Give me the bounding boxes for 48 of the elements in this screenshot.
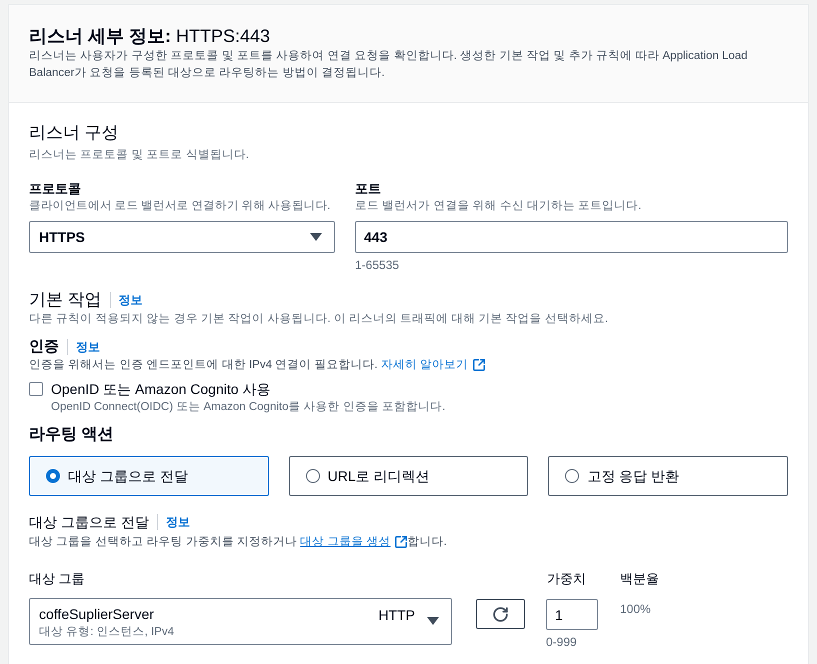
info-link[interactable]: 정보 [76,339,100,355]
field-label: 포트 [355,180,382,198]
page-description: 리스너는 사용자가 구성한 프로토콜 및 포트를 사용하여 연결 요청을 확인합니다. 생성한 기본 작업 및 추가 규칙에 따라 Application Load Balancer가 요청을 등록된 대상으로 라우팅하는 방법이 결정됩니다. [29,49,749,81]
create-target-group-link[interactable]: 대상 그룹을 생성 [300,534,408,550]
field-description: 로드 밸런서가 연결을 위해 수신 대기하는 포트입니다. [355,199,642,214]
info-link[interactable]: 정보 [118,292,143,308]
checkbox-label: OpenID 또는 Amazon Cognito 사용 [51,380,270,399]
column-header: 가중치 [547,570,587,588]
target-group-select[interactable]: coffeSuplierServer 대상 유형: 인스턴스, IPv4 HTTP [29,598,452,645]
section-title: 리스너 구성 [29,122,120,144]
routing-option[interactable]: 대상 그룹으로 전달 [29,456,269,496]
section-title: 기본 작업 [29,289,102,311]
checkbox[interactable] [29,382,43,396]
caret-down-icon [427,617,439,625]
column-header: 대상 그룹 [29,570,86,588]
weight-input[interactable]: 1 [546,599,598,630]
info-link[interactable]: 정보 [166,514,190,530]
forward-description: 대상 그룹을 선택하고 라우팅 가중치를 지정하거나 대상 그룹을 생성 합니다. [29,534,448,550]
checkbox-description: OpenID Connect(OIDC) 또는 Amazon Cognito를 사용한 인증을 포함합니다. [51,400,446,415]
subsection-title: 대상 그룹으로 전달 [29,513,149,532]
field-label: 프로토콜 [29,180,82,198]
subsection-title: 라우팅 액션 [29,425,114,445]
refresh-button[interactable] [476,599,525,629]
radio-selected-icon [46,469,60,483]
learn-more-link[interactable]: 자세히 알아보기 [380,357,486,373]
column-header: 백분율 [620,570,659,588]
radio-icon [565,469,580,483]
field-description: 클라이언트에서 로드 밸런서로 연결하기 위해 사용됩니다. [29,199,332,214]
subsection-title: 인증 [29,337,59,357]
caret-down-icon [310,233,322,241]
percentage-value: 100% [620,601,651,617]
routing-option[interactable]: URL로 리디렉션 [288,456,528,496]
external-link-icon [394,535,408,549]
routing-option[interactable]: 고정 응답 반환 [548,456,788,496]
protocol-select[interactable]: HTTPS [29,221,335,253]
target-group-type: 대상 유형: 인스턴스, IPv4 [39,624,175,640]
auth-description: 인증을 위해서는 인증 엔드포인트에 대한 IPv4 연결이 필요합니다. 자세히 알아보기 [29,357,788,373]
section-description: 리스너는 프로토콜 및 포트로 식별됩니다. [29,148,250,163]
external-link-icon [472,358,486,372]
section-description: 다른 규칙이 적용되지 않는 경우 기본 작업이 사용됩니다. 이 리스너의 트래픽에 대해 기본 작업을 선택하세요. [29,312,610,327]
field-constraint: 1-65535 [355,257,400,273]
port-input[interactable]: 443 [355,221,788,253]
page-title: 리스너 세부 정보: HTTPS:443 [29,25,272,47]
weight-constraint: 0-999 [546,634,578,650]
target-group-name: coffeSuplierServer [39,604,155,624]
refresh-icon [492,606,509,622]
radio-icon [306,469,320,483]
target-group-protocol: HTTP [378,606,415,625]
